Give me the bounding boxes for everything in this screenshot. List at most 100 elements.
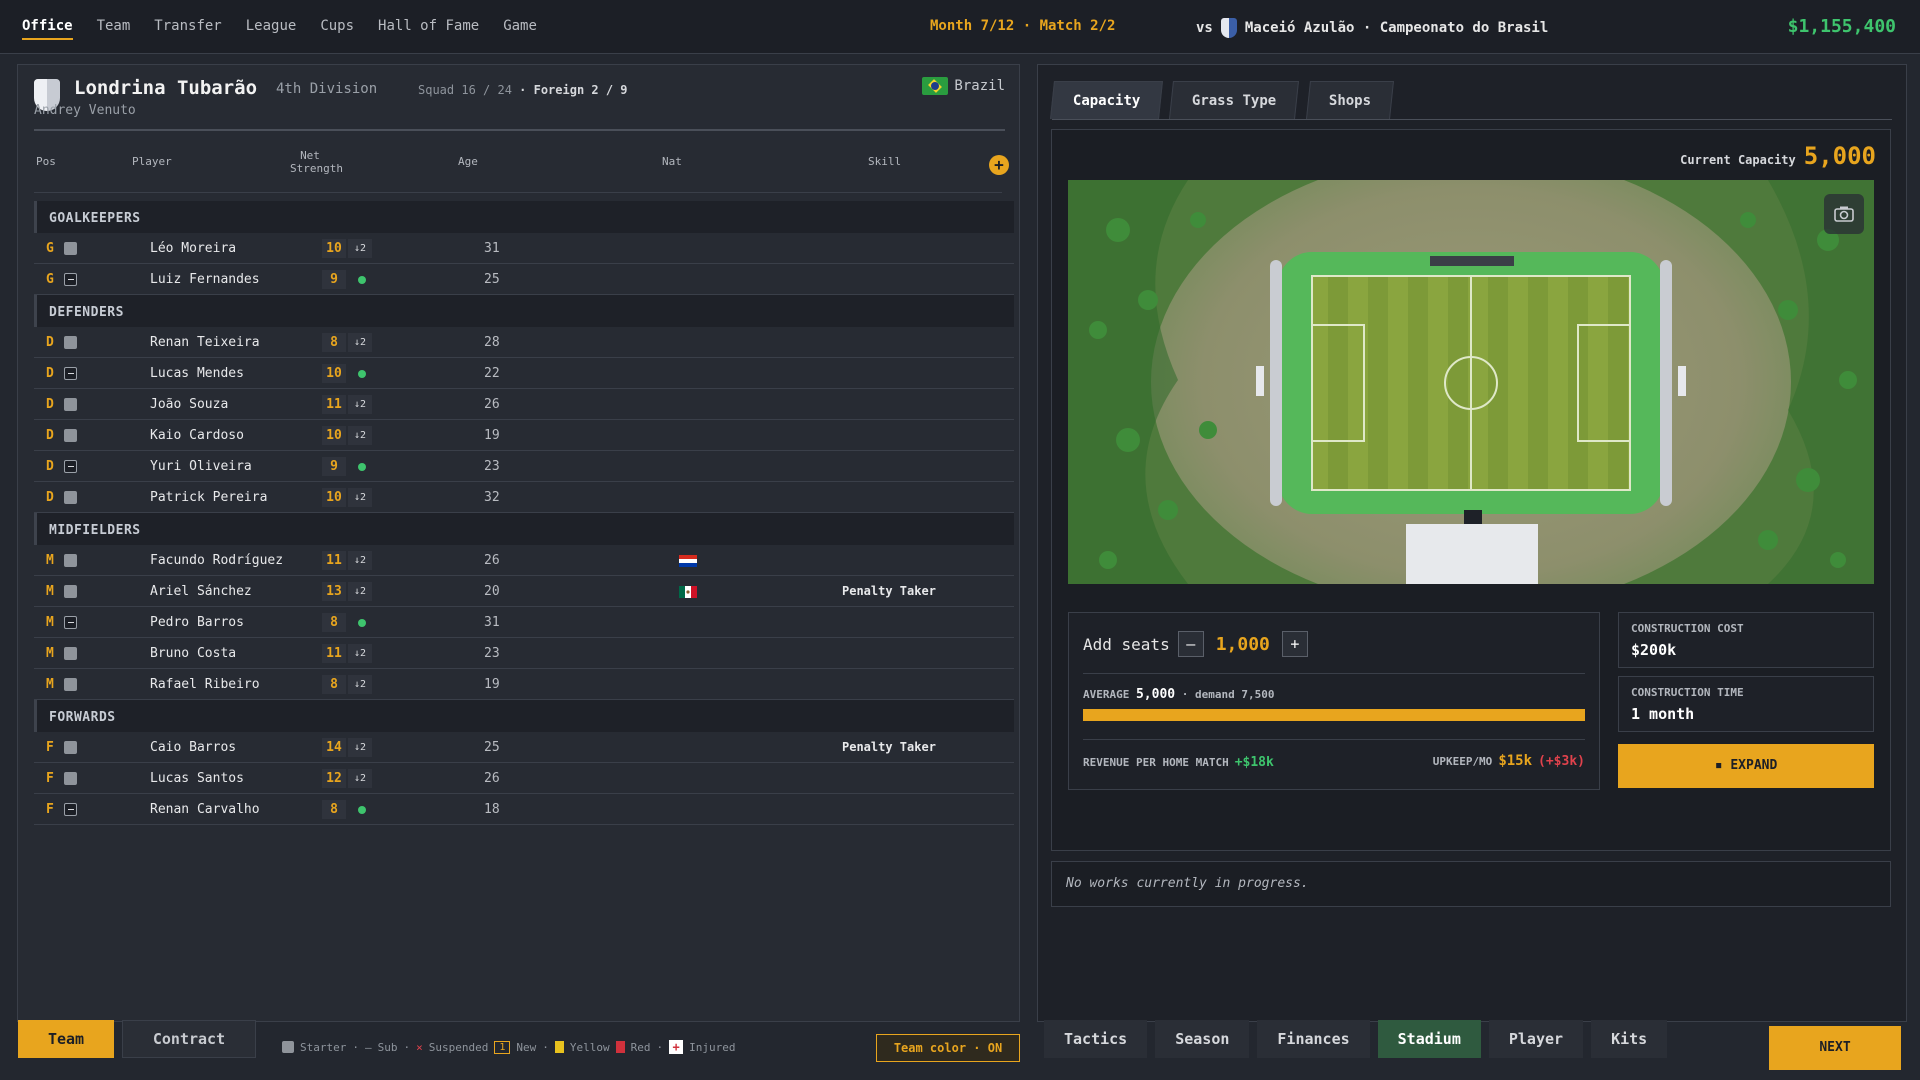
- nav-office[interactable]: Office: [22, 18, 73, 40]
- player-row[interactable]: D João Souza 11 ↓2 26: [34, 389, 1014, 420]
- player-row[interactable]: G Léo Moreira 10 ↓2 31: [34, 233, 1014, 264]
- construction-time-box: CONSTRUCTION TIME 1 month: [1618, 676, 1874, 732]
- player-row[interactable]: D Renan Teixeira 8 ↓2 28: [34, 327, 1014, 358]
- avg-value: 5,000: [1135, 687, 1176, 702]
- add-seats-row: Add seats – 1,000 +: [1083, 631, 1308, 657]
- player-row[interactable]: D Yuri Oliveira 9 23: [34, 451, 1014, 482]
- player-age: 28: [484, 335, 500, 350]
- upkeep-info: UPKEEP/MO $15k (+$3k): [1433, 753, 1585, 769]
- next-button[interactable]: NEXT: [1769, 1026, 1901, 1070]
- col-net-strength: Net Strength: [290, 149, 343, 175]
- player-age: 31: [484, 615, 500, 630]
- player-name: Bruno Costa: [150, 646, 237, 661]
- sub-icon: [64, 273, 77, 286]
- revenue-info: REVENUE PER HOME MATCH +$18k: [1083, 755, 1274, 770]
- player-position: G: [46, 272, 54, 287]
- team-tab[interactable]: Team: [18, 1020, 114, 1058]
- player-position: F: [46, 740, 54, 755]
- player-row[interactable]: M Rafael Ribeiro 8 ↓2 19: [34, 669, 1014, 700]
- starter-shirt-icon: [64, 647, 77, 660]
- net-strength: 8: [322, 613, 346, 632]
- net-strength: 9: [322, 270, 346, 289]
- starter-shirt-icon: [64, 429, 77, 442]
- increase-seats-button[interactable]: +: [1281, 631, 1308, 657]
- current-capacity-label: Current Capacity: [1680, 153, 1796, 167]
- col-skill: Skill: [868, 155, 902, 168]
- net-strength: 9: [322, 457, 346, 476]
- club-balance: $1,155,400: [1787, 16, 1896, 37]
- tab-kits[interactable]: Kits: [1591, 1020, 1668, 1058]
- player-position: D: [46, 459, 54, 474]
- camera-icon[interactable]: [1824, 194, 1864, 234]
- net-strength: 8: [322, 333, 346, 352]
- player-position: D: [46, 490, 54, 505]
- nav-team[interactable]: Team: [97, 18, 131, 40]
- player-row[interactable]: D Lucas Mendes 10 22: [34, 358, 1014, 389]
- net-strength: 8: [322, 800, 346, 819]
- player-age: 23: [484, 459, 500, 474]
- table-header: Pos Player Net Strength Age Nat Skill +: [34, 141, 1009, 193]
- status-legend: Starter · – Sub · × Suspended 1 New · Yello…: [282, 1040, 735, 1054]
- nav-game[interactable]: Game: [503, 18, 537, 40]
- expand-button[interactable]: ▪ EXPAND: [1618, 744, 1874, 788]
- add-seats-box: Add seats – 1,000 + AVERAGE 5,000 · dema…: [1068, 612, 1600, 790]
- player-age: 18: [484, 802, 500, 817]
- col-pos: Pos: [36, 155, 56, 168]
- brazil-flag-icon: [922, 77, 949, 95]
- contract-tab[interactable]: Contract: [122, 1020, 256, 1058]
- red-card-icon: [615, 1041, 625, 1053]
- player-row[interactable]: F Lucas Santos 12 ↓2 26: [34, 763, 1014, 794]
- starter-shirt-icon: [64, 585, 77, 598]
- attendance-info: AVERAGE 5,000 · demand 7,500: [1083, 687, 1274, 702]
- legend-sep: ·: [542, 1040, 549, 1054]
- stadium-panel: Capacity Grass Type Shops Current Capaci…: [1037, 64, 1907, 1022]
- next-opponent: vs Maceió Azulão · Campeonato do Brasil: [1196, 18, 1548, 38]
- player-name: Ariel Sánchez: [150, 584, 252, 599]
- player-position: D: [46, 335, 54, 350]
- nav-hall-of-fame[interactable]: Hall of Fame: [378, 18, 479, 40]
- tab-grass-type-label: Grass Type: [1192, 93, 1277, 109]
- player-row[interactable]: M Ariel Sánchez 13 ↓2 20 Penalty Taker: [34, 576, 1014, 607]
- player-row[interactable]: F Renan Carvalho 8 18: [34, 794, 1014, 825]
- tab-player[interactable]: Player: [1488, 1020, 1584, 1058]
- nav-transfer[interactable]: Transfer: [154, 18, 221, 40]
- player-row[interactable]: F Caio Barros 14 ↓2 25 Penalty Taker: [34, 732, 1014, 763]
- player-row[interactable]: D Patrick Pereira 10 ↓2 32: [34, 482, 1014, 513]
- nav-league[interactable]: League: [246, 18, 297, 40]
- tab-stadium[interactable]: Stadium: [1377, 1020, 1481, 1058]
- player-name: Patrick Pereira: [150, 490, 268, 505]
- nav-cups[interactable]: Cups: [320, 18, 354, 40]
- tab-grass-type[interactable]: Grass Type: [1169, 81, 1300, 119]
- player-age: 19: [484, 677, 500, 692]
- legend-starter: Starter: [300, 1040, 347, 1054]
- tab-shops[interactable]: Shops: [1305, 81, 1394, 119]
- team-color-toggle[interactable]: Team color · ON: [876, 1034, 1020, 1062]
- player-row[interactable]: D Kaio Cardoso 10 ↓2 19: [34, 420, 1014, 451]
- player-name: Renan Carvalho: [150, 802, 260, 817]
- suspended-icon: ×: [416, 1040, 423, 1054]
- tab-finances[interactable]: Finances: [1257, 1020, 1370, 1058]
- player-position: M: [46, 646, 54, 661]
- tab-tactics[interactable]: Tactics: [1044, 1020, 1148, 1058]
- capacity-view: Current Capacity 5,000 Add seats – 1,000…: [1051, 129, 1891, 851]
- col-net-line1: Net: [300, 149, 320, 162]
- player-name: Léo Moreira: [150, 241, 237, 256]
- opponent-shield-icon: [1220, 18, 1237, 38]
- sub-icon: –: [364, 1040, 372, 1054]
- current-capacity-value: 5,000: [1803, 142, 1876, 170]
- club-division: 4th Division: [276, 81, 378, 97]
- tab-season[interactable]: Season: [1155, 1020, 1250, 1058]
- avg-label: AVERAGE: [1083, 688, 1130, 701]
- player-name: Kaio Cardoso: [150, 428, 244, 443]
- player-row[interactable]: M Facundo Rodríguez 11 ↓2 26: [34, 545, 1014, 576]
- player-row[interactable]: M Pedro Barros 8 31: [34, 607, 1014, 638]
- tab-capacity[interactable]: Capacity: [1050, 81, 1164, 119]
- player-row[interactable]: M Bruno Costa 11 ↓2 23: [34, 638, 1014, 669]
- manager-name: Andrey Venuto: [34, 103, 136, 118]
- player-row[interactable]: G Luiz Fernandes 9 25: [34, 264, 1014, 295]
- sub-icon: [64, 803, 77, 816]
- decrease-seats-button[interactable]: –: [1177, 631, 1204, 657]
- add-column-button[interactable]: +: [989, 155, 1009, 175]
- player-age: 23: [484, 646, 500, 661]
- divider: [1083, 673, 1585, 674]
